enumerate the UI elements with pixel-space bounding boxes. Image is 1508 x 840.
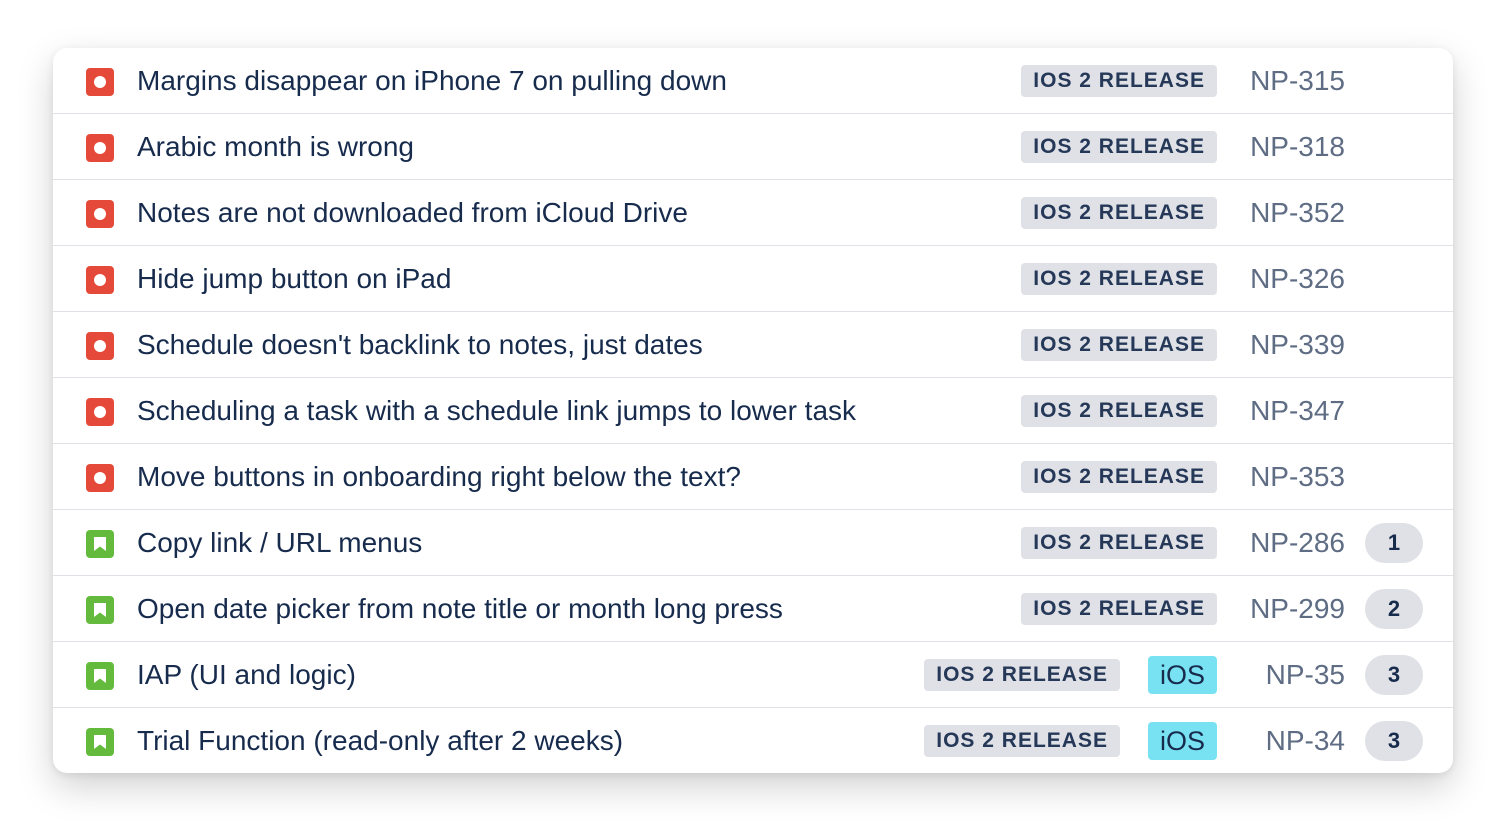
count-badge: 3	[1365, 721, 1423, 761]
issue-row[interactable]: Trial Function (read-only after 2 weeks)…	[53, 708, 1453, 773]
issue-meta: IOS 2 RELEASE NP-347	[1021, 391, 1423, 431]
issue-row[interactable]: Schedule doesn't backlink to notes, just…	[53, 312, 1453, 378]
issue-summary[interactable]: Scheduling a task with a schedule link j…	[137, 395, 856, 427]
bug-icon	[86, 200, 114, 228]
count-slot: 1	[1365, 523, 1423, 563]
issue-row[interactable]: Move buttons in onboarding right below t…	[53, 444, 1453, 510]
count-badge: 3	[1365, 655, 1423, 695]
bug-icon	[86, 134, 114, 162]
issue-summary[interactable]: Move buttons in onboarding right below t…	[137, 461, 741, 493]
count-badge: 1	[1365, 523, 1423, 563]
count-slot: 3	[1365, 721, 1423, 761]
epic-lozenge[interactable]: IOS 2 RELEASE	[1021, 197, 1217, 229]
count-slot	[1365, 61, 1423, 101]
bookmark-icon	[86, 662, 114, 690]
count-badge: 2	[1365, 589, 1423, 629]
bookmark-icon	[86, 728, 114, 756]
issue-summary[interactable]: IAP (UI and logic)	[137, 659, 356, 691]
issue-summary[interactable]: Margins disappear on iPhone 7 on pulling…	[137, 65, 727, 97]
issue-key[interactable]: NP-352	[1245, 197, 1345, 229]
bug-icon	[86, 332, 114, 360]
epic-lozenge[interactable]: IOS 2 RELEASE	[1021, 329, 1217, 361]
issue-summary[interactable]: Notes are not downloaded from iCloud Dri…	[137, 197, 688, 229]
issue-key[interactable]: NP-326	[1245, 263, 1345, 295]
bookmark-icon	[86, 596, 114, 624]
bug-icon	[86, 266, 114, 294]
issue-summary[interactable]: Trial Function (read-only after 2 weeks)	[137, 725, 623, 757]
issue-summary[interactable]: Hide jump button on iPad	[137, 263, 451, 295]
label-badge[interactable]: iOS	[1147, 722, 1217, 760]
count-slot: 2	[1365, 589, 1423, 629]
issue-key[interactable]: NP-318	[1245, 131, 1345, 163]
epic-lozenge[interactable]: IOS 2 RELEASE	[1021, 131, 1217, 163]
issue-summary[interactable]: Open date picker from note title or mont…	[137, 593, 783, 625]
issue-meta: IOS 2 RELEASE NP-286 1	[1021, 523, 1423, 563]
epic-lozenge[interactable]: IOS 2 RELEASE	[1021, 593, 1217, 625]
issue-row[interactable]: Notes are not downloaded from iCloud Dri…	[53, 180, 1453, 246]
count-slot	[1365, 325, 1423, 365]
epic-lozenge[interactable]: IOS 2 RELEASE	[924, 725, 1120, 757]
issue-meta: IOS 2 RELEASE NP-318	[1021, 127, 1423, 167]
count-slot	[1365, 259, 1423, 299]
bug-icon	[86, 464, 114, 492]
issue-key[interactable]: NP-315	[1245, 65, 1345, 97]
issue-row[interactable]: Copy link / URL menus IOS 2 RELEASE NP-286…	[53, 510, 1453, 576]
label-badge[interactable]: iOS	[1147, 656, 1217, 694]
bug-icon	[86, 68, 114, 96]
issue-meta: IOS 2 RELEASE NP-299 2	[1021, 589, 1423, 629]
issue-meta: IOS 2 RELEASE NP-352	[1021, 193, 1423, 233]
count-slot	[1365, 193, 1423, 233]
issue-key[interactable]: NP-347	[1245, 395, 1345, 427]
issue-list: Margins disappear on iPhone 7 on pulling…	[53, 48, 1453, 773]
issue-meta: IOS 2 RELEASE NP-315	[1021, 61, 1423, 101]
issue-meta: IOS 2 RELEASE NP-353	[1021, 457, 1423, 497]
bookmark-icon	[86, 530, 114, 558]
issue-key[interactable]: NP-35	[1245, 659, 1345, 691]
issue-row[interactable]: Arabic month is wrong IOS 2 RELEASE NP-318	[53, 114, 1453, 180]
epic-lozenge[interactable]: IOS 2 RELEASE	[1021, 527, 1217, 559]
issue-key[interactable]: NP-299	[1245, 593, 1345, 625]
issue-row[interactable]: Open date picker from note title or mont…	[53, 576, 1453, 642]
issue-meta: IOS 2 RELEASE iOS NP-34 3	[924, 721, 1423, 761]
count-slot: 3	[1365, 655, 1423, 695]
issue-row[interactable]: Scheduling a task with a schedule link j…	[53, 378, 1453, 444]
issue-key[interactable]: NP-34	[1245, 725, 1345, 757]
issue-key[interactable]: NP-286	[1245, 527, 1345, 559]
issue-row[interactable]: IAP (UI and logic) IOS 2 RELEASE iOS NP-35 3	[53, 642, 1453, 708]
issue-meta: IOS 2 RELEASE NP-326	[1021, 259, 1423, 299]
issue-summary[interactable]: Schedule doesn't backlink to notes, just…	[137, 329, 703, 361]
epic-lozenge[interactable]: IOS 2 RELEASE	[1021, 395, 1217, 427]
issue-key[interactable]: NP-353	[1245, 461, 1345, 493]
epic-lozenge[interactable]: IOS 2 RELEASE	[1021, 263, 1217, 295]
epic-lozenge[interactable]: IOS 2 RELEASE	[1021, 65, 1217, 97]
issue-summary[interactable]: Copy link / URL menus	[137, 527, 422, 559]
count-slot	[1365, 457, 1423, 497]
issue-meta: IOS 2 RELEASE NP-339	[1021, 325, 1423, 365]
epic-lozenge[interactable]: IOS 2 RELEASE	[1021, 461, 1217, 493]
issue-meta: IOS 2 RELEASE iOS NP-35 3	[924, 655, 1423, 695]
issue-summary[interactable]: Arabic month is wrong	[137, 131, 414, 163]
bug-icon	[86, 398, 114, 426]
issue-key[interactable]: NP-339	[1245, 329, 1345, 361]
epic-lozenge[interactable]: IOS 2 RELEASE	[924, 659, 1120, 691]
issue-row[interactable]: Hide jump button on iPad IOS 2 RELEASE NP-…	[53, 246, 1453, 312]
issue-row[interactable]: Margins disappear on iPhone 7 on pulling…	[53, 48, 1453, 114]
count-slot	[1365, 127, 1423, 167]
count-slot	[1365, 391, 1423, 431]
